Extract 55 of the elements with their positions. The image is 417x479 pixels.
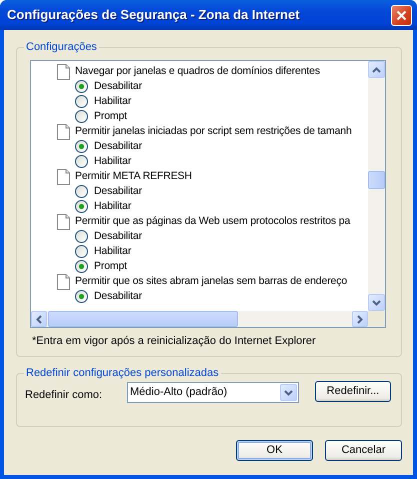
radio-button[interactable]	[75, 245, 88, 258]
option-label[interactable]: Desabilitar	[94, 289, 142, 304]
document-icon	[57, 274, 70, 290]
option-label[interactable]: Desabilitar	[94, 139, 142, 154]
scroll-right-button[interactable]	[352, 311, 368, 327]
option-label[interactable]: Desabilitar	[94, 79, 142, 94]
chevron-left-icon	[36, 314, 42, 324]
setting-label: Permitir META REFRESH	[75, 169, 192, 184]
option-label[interactable]: Desabilitar	[94, 229, 142, 244]
setting-label: Permitir que os sites abram janelas sem barras de endereço	[75, 274, 348, 289]
document-icon	[57, 124, 70, 140]
scroll-up-button[interactable]	[368, 61, 385, 78]
radio-button[interactable]	[75, 290, 88, 303]
radio-button[interactable]	[75, 185, 88, 198]
level-dropdown[interactable]: Médio-Alto (padrão)	[127, 382, 299, 403]
radio-button[interactable]	[75, 260, 88, 273]
scroll-down-button[interactable]	[368, 294, 385, 311]
reset-button[interactable]: Redefinir...	[314, 381, 391, 402]
caret-icon	[284, 390, 293, 396]
option-label[interactable]: Habilitar	[94, 244, 132, 259]
setting-label: Permitir que as páginas da Web usem protocolos restritos pa	[75, 214, 350, 229]
option-label[interactable]: Prompt	[94, 109, 127, 124]
radio-button[interactable]	[75, 200, 88, 213]
field-label: Redefinir como:	[25, 388, 104, 403]
dialog-button[interactable]: OK	[236, 440, 313, 461]
chevron-down-icon	[372, 300, 381, 306]
window-title: Configurações de Segurança - Zona da Internet	[7, 6, 301, 24]
option-label[interactable]: Habilitar	[94, 94, 132, 109]
chevron-right-icon	[357, 314, 363, 324]
chevron-up-icon	[372, 66, 381, 72]
option-label[interactable]: Desabilitar	[94, 184, 142, 199]
close-icon	[396, 10, 407, 20]
radio-button[interactable]	[75, 110, 88, 123]
option-label[interactable]: Prompt	[94, 259, 127, 274]
option-label[interactable]: Habilitar	[94, 154, 132, 169]
scrollbar-thumb[interactable]	[368, 171, 385, 189]
dialog-button[interactable]: Cancelar	[325, 440, 402, 461]
setting-label: Navegar por janelas e quadros de domínios diferentes	[75, 64, 320, 79]
radio-button[interactable]	[75, 80, 88, 93]
scrollbar-corner	[368, 311, 385, 327]
document-icon	[57, 64, 70, 80]
scroll-left-button[interactable]	[31, 311, 47, 327]
note-text: *Entra em vigor após a reinicialização do Internet Explorer	[31, 334, 317, 349]
radio-button[interactable]	[75, 230, 88, 243]
group-legend: Configurações	[24, 40, 99, 54]
document-icon	[57, 214, 70, 230]
close-button[interactable]	[391, 4, 412, 26]
radio-button[interactable]	[75, 140, 88, 153]
radio-button[interactable]	[75, 155, 88, 168]
group-legend: Redefinir configurações personalizadas	[24, 366, 221, 380]
scrollbar-thumb[interactable]	[48, 311, 238, 327]
radio-button[interactable]	[75, 95, 88, 108]
setting-label: Permitir janelas iniciadas por script sem restrições de tamanh	[75, 124, 352, 139]
document-icon	[57, 168, 70, 184]
option-label[interactable]: Habilitar	[94, 199, 132, 214]
